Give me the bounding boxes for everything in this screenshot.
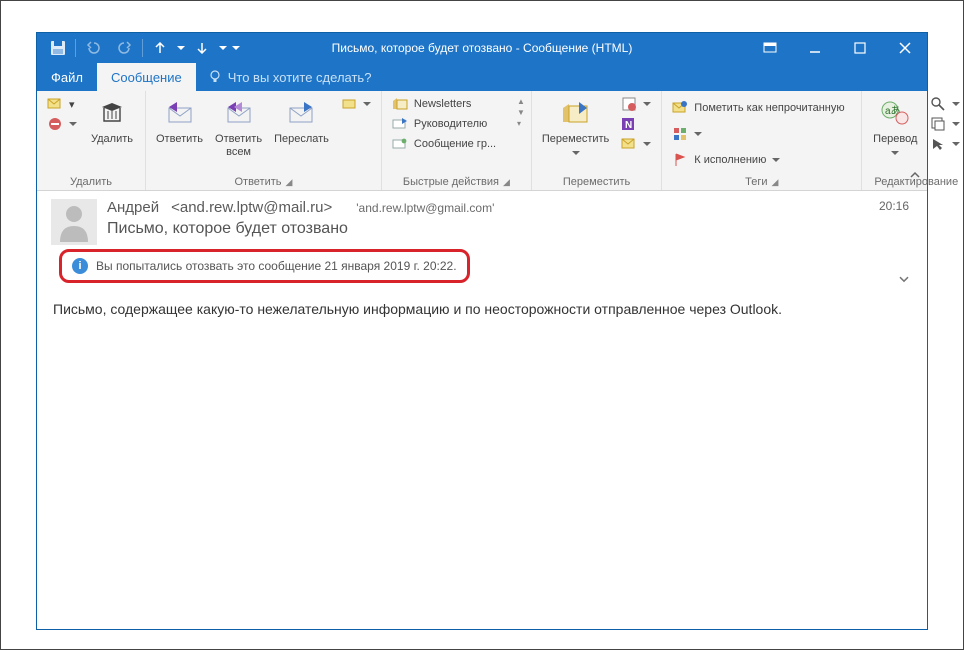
group-tags: Пометить как непрочитанную К исполнению … — [662, 91, 862, 190]
close-icon — [899, 42, 911, 54]
group-quick-steps: Newsletters Руководителю Сообщение гр...… — [382, 91, 532, 190]
chevron-up-icon — [909, 169, 921, 181]
actions-button[interactable] — [617, 135, 655, 153]
chevron-down-icon — [897, 272, 911, 286]
ignore-button[interactable]: ▾ — [43, 95, 81, 113]
ribbon-display-options-button[interactable] — [747, 33, 792, 63]
message-header: 20:16 Андрей <and.rew.lptw@mail.ru> 'and… — [37, 191, 927, 295]
title-bar: Письмо, которое будет отозвано - Сообщен… — [37, 33, 927, 63]
group-move-label: Переместить — [538, 174, 655, 188]
from-address: <and.rew.lptw@mail.ru> — [171, 199, 332, 216]
move-folder-icon — [560, 97, 592, 129]
arrow-down-icon — [196, 42, 208, 54]
message-body: Письмо, содержащее какую-то нежелательну… — [37, 295, 927, 323]
select-button[interactable] — [926, 135, 964, 153]
group-respond-label: Ответить — [234, 176, 281, 188]
more-respond-button[interactable] — [337, 95, 375, 113]
collapse-ribbon-button[interactable] — [909, 169, 921, 181]
ribbon-options-icon — [763, 42, 777, 54]
tell-me-search[interactable]: Что вы хотите сделать? — [196, 63, 384, 91]
collapse-header-button[interactable] — [897, 272, 911, 286]
from-name: Андрей — [107, 199, 159, 216]
reply-icon — [164, 97, 196, 129]
lightbulb-icon — [208, 70, 222, 84]
onenote-button[interactable]: N — [617, 115, 655, 133]
translate-label: Перевод — [873, 133, 917, 145]
group-respond: Ответить Ответить всем Переслать Ответит… — [146, 91, 382, 190]
mark-unread-button[interactable]: Пометить как непрочитанную — [668, 99, 848, 117]
group-delete-label: Удалить — [43, 174, 139, 188]
undo-icon — [86, 41, 100, 55]
reply-all-button[interactable]: Ответить всем — [211, 95, 266, 160]
to-address: 'and.rew.lptw@gmail.com' — [356, 201, 494, 215]
recall-notice-text: Вы попытались отозвать это сообщение 21 … — [96, 259, 457, 273]
recall-notice-bar: i Вы попытались отозвать это сообщение 2… — [59, 249, 470, 283]
svg-text:N: N — [625, 120, 632, 131]
tell-me-label: Что вы хотите сделать? — [228, 70, 372, 85]
customize-qat-button[interactable] — [229, 33, 243, 63]
message-time: 20:16 — [879, 199, 909, 213]
person-icon — [56, 202, 92, 242]
quickstep-newsletters[interactable]: Newsletters — [388, 95, 513, 113]
reply-button[interactable]: Ответить — [152, 95, 207, 148]
quickstep-team[interactable]: Сообщение гр... — [388, 135, 513, 153]
tab-message[interactable]: Сообщение — [97, 63, 196, 91]
ribbon: ▾ Удалить Удалить Ответить — [37, 91, 927, 191]
forward-button[interactable]: Переслать — [270, 95, 333, 148]
find-button[interactable] — [926, 95, 964, 113]
message-body-text: Письмо, содержащее какую-то нежелательну… — [53, 301, 782, 317]
translate-icon: aあ — [879, 97, 911, 129]
quicksteps-up-button[interactable]: ▲ — [517, 97, 525, 106]
undo-button[interactable] — [78, 33, 108, 63]
info-icon: i — [72, 258, 88, 274]
reply-all-label: Ответить всем — [215, 133, 262, 158]
rules-button[interactable] — [617, 95, 655, 113]
move-button[interactable]: Переместить — [538, 95, 613, 160]
sender-avatar — [51, 199, 97, 245]
save-button[interactable] — [43, 33, 73, 63]
message-subject: Письмо, которое будет отозвано — [107, 220, 913, 238]
quicksteps-more-button[interactable]: ▾ — [517, 119, 525, 128]
previous-item-button[interactable] — [145, 33, 175, 63]
forward-label: Переслать — [274, 133, 329, 146]
junk-button[interactable] — [43, 115, 81, 133]
ribbon-tabs: Файл Сообщение Что вы хотите сделать? — [37, 63, 927, 91]
related-button[interactable] — [926, 115, 964, 133]
forward-icon — [285, 97, 317, 129]
reply-label: Ответить — [156, 133, 203, 146]
delete-button[interactable]: Удалить — [85, 95, 139, 148]
translate-button[interactable]: aあ Перевод — [868, 95, 922, 160]
follow-up-button[interactable]: К исполнению — [668, 151, 848, 169]
minimize-button[interactable] — [792, 33, 837, 63]
group-quicksteps-label: Быстрые действия — [403, 176, 499, 188]
maximize-icon — [854, 42, 866, 54]
categorize-button[interactable] — [668, 125, 848, 143]
delete-icon — [96, 97, 128, 129]
quick-access-toolbar — [37, 33, 243, 63]
quickstep-manager[interactable]: Руководителю — [388, 115, 513, 133]
minimize-icon — [809, 42, 821, 54]
move-label: Переместить — [542, 133, 609, 145]
maximize-button[interactable] — [837, 33, 882, 63]
tab-file[interactable]: Файл — [37, 63, 97, 91]
quicksteps-down-button[interactable]: ▼ — [517, 108, 525, 117]
group-delete: ▾ Удалить Удалить — [37, 91, 146, 190]
group-tags-label: Теги — [745, 176, 767, 188]
redo-button[interactable] — [110, 33, 140, 63]
arrow-up-icon — [154, 42, 166, 54]
next-item-button[interactable] — [187, 33, 217, 63]
group-move: Переместить N Переместить — [532, 91, 662, 190]
close-button[interactable] — [882, 33, 927, 63]
reply-all-icon — [223, 97, 255, 129]
save-icon — [50, 40, 66, 56]
redo-icon — [118, 41, 132, 55]
outlook-message-window: Письмо, которое будет отозвано - Сообщен… — [36, 32, 928, 630]
delete-label: Удалить — [91, 133, 133, 146]
